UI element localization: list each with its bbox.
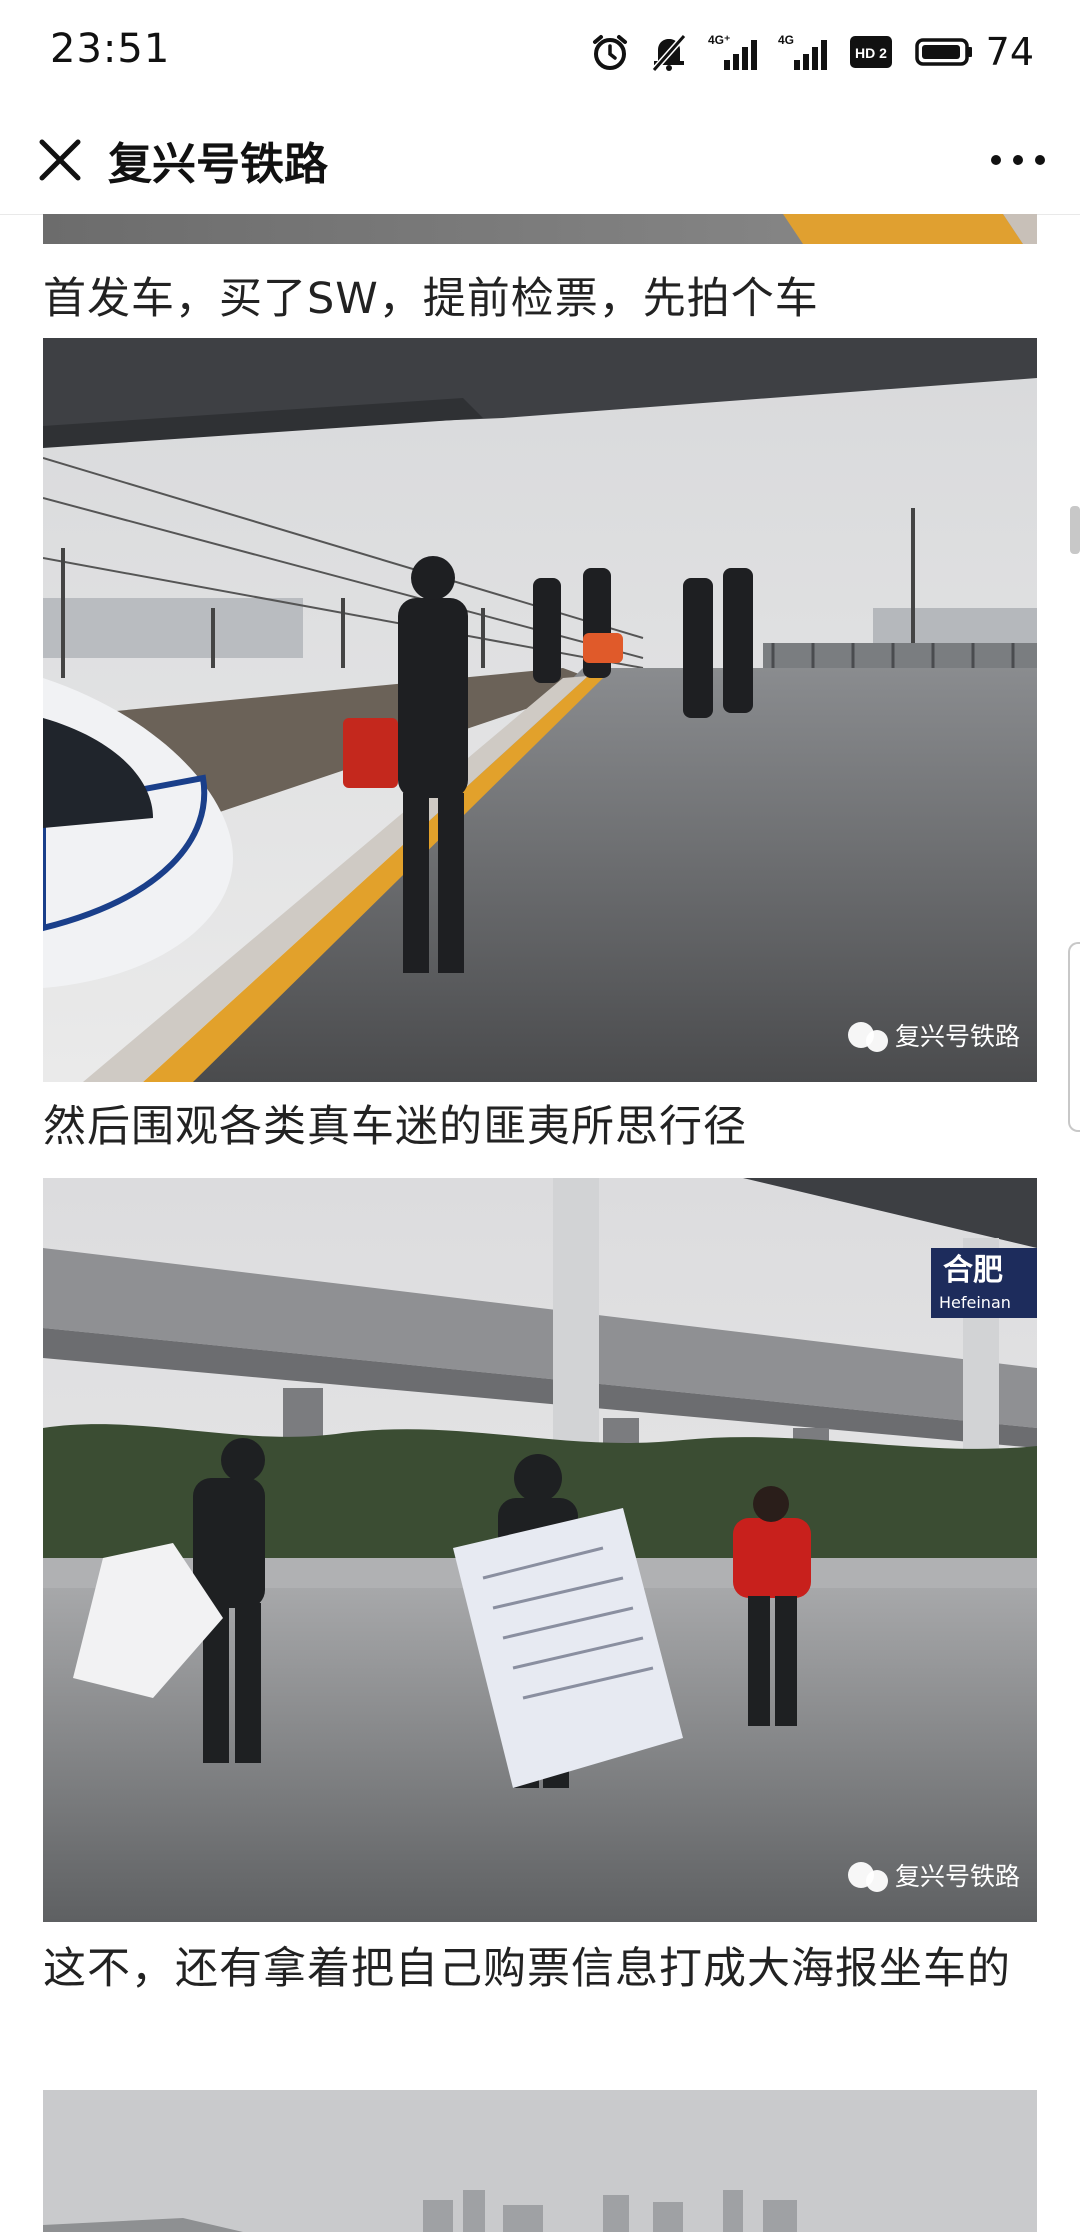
scrollbar[interactable]	[1070, 506, 1080, 554]
battery-icon	[914, 38, 972, 66]
fans-poster-photo: 合肥 Hefeinan 复兴号铁路	[43, 1178, 1037, 1922]
status-icons: 4G⁺ 4G HD 2 74	[590, 28, 1034, 76]
article-image-partial-top	[43, 214, 1037, 244]
side-drawer-handle[interactable]	[1068, 942, 1080, 1132]
caption-2: 然后围观各类真车迷的匪夷所思行径	[43, 1102, 747, 1152]
article-image-1[interactable]: 复兴号铁路	[43, 338, 1037, 1082]
status-bar: 23:51 4G⁺ 4G HD 2 74	[0, 0, 1080, 108]
skyline-photo-crop	[43, 2090, 1037, 2232]
mute-icon	[651, 34, 686, 72]
watermark-2-text: 复兴号铁路	[895, 1862, 1020, 1891]
caption-1: 首发车，买了SW，提前检票，先拍个车	[43, 274, 819, 324]
4g-signal-icon: 4G⁺	[708, 33, 757, 70]
close-icon[interactable]	[32, 132, 88, 188]
alarm-icon	[592, 35, 627, 70]
battery-level: 74	[985, 30, 1034, 74]
network-label-2: 4G	[778, 33, 794, 47]
article-content: 首发车，买了SW，提前检票，先拍个车 复兴号铁路 然后围观各类真车迷的匪夷所思行…	[0, 214, 1080, 2232]
status-time: 23:51	[50, 26, 171, 72]
page-title: 复兴号铁路	[108, 139, 328, 190]
watermark-1-text: 复兴号铁路	[895, 1022, 1020, 1051]
4g-signal-icon: 4G	[778, 33, 827, 70]
network-label-1: 4G⁺	[708, 33, 730, 47]
hd-label: HD 2	[855, 45, 887, 61]
nav-bar: 复兴号铁路	[0, 108, 1080, 215]
station-sign: 合肥 Hefeinan	[931, 1248, 1037, 1318]
caption-3: 这不，还有拿着把自己购票信息打成大海报坐车的	[43, 1944, 1011, 1994]
article-image-2[interactable]: 合肥 Hefeinan 复兴号铁路	[43, 1178, 1037, 1922]
more-icon[interactable]	[986, 132, 1050, 188]
station-sign-en: Hefeinan	[939, 1293, 1011, 1312]
station-sign-cn: 合肥	[943, 1253, 1003, 1288]
platform-photo-crop	[43, 214, 1037, 244]
train-platform-photo: 复兴号铁路	[43, 338, 1037, 1082]
article-image-3-partial[interactable]	[43, 2090, 1037, 2232]
hd-icon: HD 2	[849, 36, 892, 68]
